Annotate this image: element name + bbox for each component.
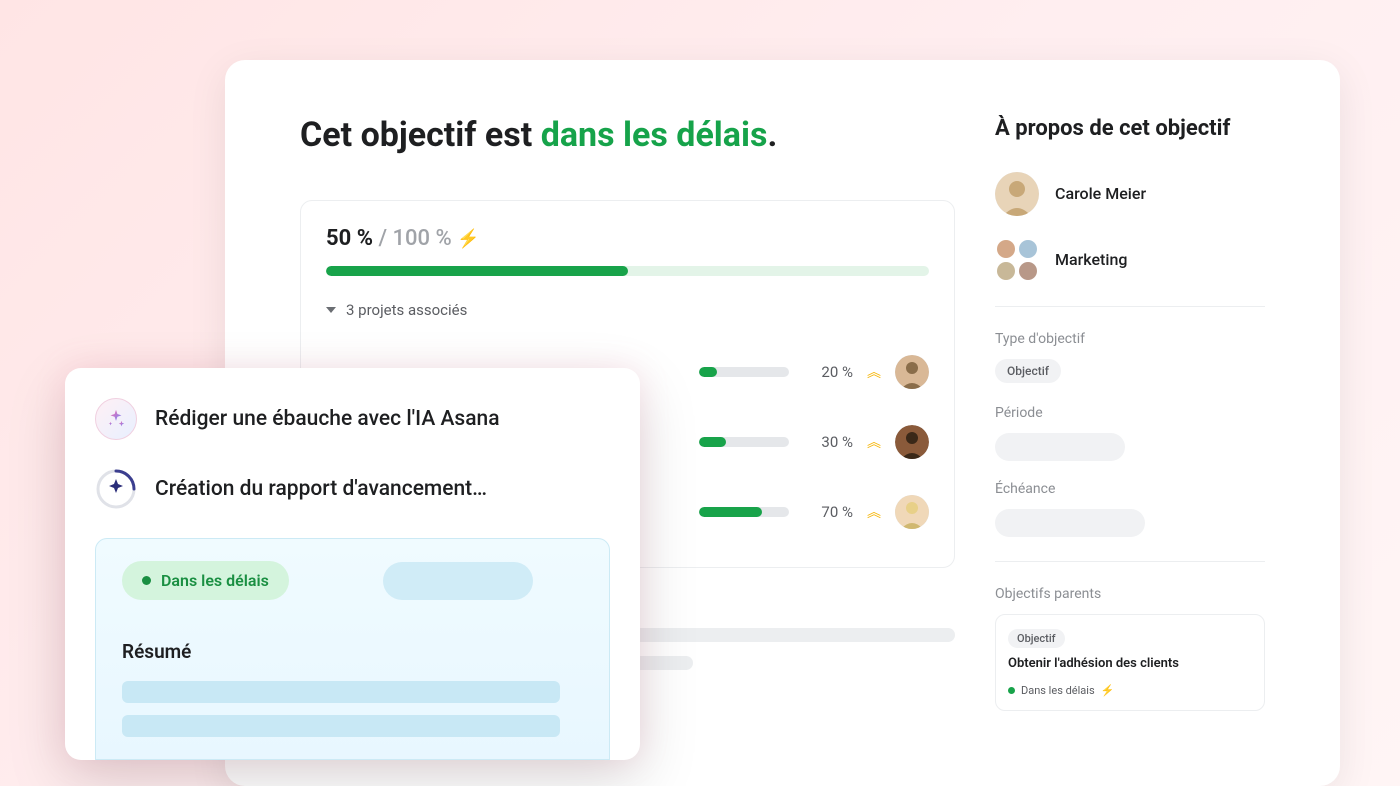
due-label: Échéance	[995, 481, 1265, 497]
projects-toggle[interactable]: 3 projets associés	[326, 301, 929, 319]
parents-label: Objectifs parents	[995, 586, 1265, 602]
owner-name: Carole Meier	[1055, 184, 1146, 203]
goal-sidebar: À propos de cet objectif Carole Meier Ma…	[995, 115, 1265, 731]
avatar	[895, 355, 929, 389]
resume-placeholder-line	[122, 715, 560, 737]
mini-progress-bar	[699, 507, 789, 517]
ai-creating-row: Création du rapport d'avancement…	[95, 468, 610, 510]
type-chip: Objectif	[995, 359, 1061, 383]
goal-title: Cet objectif est dans les délais.	[300, 115, 955, 155]
about-heading: À propos de cet objectif	[995, 115, 1265, 144]
placeholder-pill	[383, 562, 533, 600]
avatar	[895, 425, 929, 459]
status-dot-icon	[142, 576, 151, 585]
projects-header-label: 3 projets associés	[346, 301, 467, 319]
parent-goal-title: Obtenir l'adhésion des clients	[1008, 656, 1252, 671]
owner-row[interactable]: Carole Meier	[995, 172, 1265, 216]
goal-title-prefix: Cet objectif est	[300, 115, 541, 155]
spinner-sparkle-icon	[95, 468, 137, 510]
progress-text: 50 % / 100 % ⚡	[326, 226, 929, 251]
divider	[995, 561, 1265, 562]
progress-bar-fill	[326, 266, 628, 276]
chevrons-up-icon: ︽	[867, 502, 881, 522]
resume-heading: Résumé	[122, 640, 583, 663]
team-name: Marketing	[1055, 250, 1127, 269]
ai-draft-card: Rédiger une ébauche avec l'IA Asana Créa…	[65, 368, 640, 760]
divider	[995, 306, 1265, 307]
ai-creating-label: Création du rapport d'avancement…	[155, 477, 487, 501]
ai-draft-row[interactable]: Rédiger une ébauche avec l'IA Asana	[95, 398, 610, 440]
project-percent: 20 %	[803, 363, 853, 381]
status-pill[interactable]: Dans les délais	[122, 561, 289, 600]
period-placeholder[interactable]	[995, 433, 1125, 461]
status-dot-icon	[1008, 687, 1015, 694]
ai-draft-label: Rédiger une ébauche avec l'IA Asana	[155, 407, 500, 431]
progress-bar	[326, 266, 929, 276]
progress-current: 50 %	[326, 226, 373, 251]
ai-status-panel: Dans les délais Résumé	[95, 538, 610, 760]
parent-goal-card[interactable]: Objectif Obtenir l'adhésion des clients …	[995, 614, 1265, 711]
project-percent: 70 %	[803, 503, 853, 521]
period-label: Période	[995, 405, 1265, 421]
bolt-icon: ⚡	[1101, 684, 1115, 697]
bolt-icon: ⚡	[457, 229, 479, 250]
status-row: Dans les délais	[122, 561, 583, 600]
parent-status: Dans les délais ⚡	[1008, 684, 1114, 697]
progress-total: 100 %	[393, 226, 452, 251]
status-pill-label: Dans les délais	[161, 571, 269, 590]
goal-title-suffix: .	[767, 115, 777, 155]
progress-separator: /	[373, 226, 393, 251]
parent-status-label: Dans les délais	[1021, 684, 1095, 697]
owner-avatar	[995, 172, 1039, 216]
team-row[interactable]: Marketing	[995, 238, 1265, 282]
team-avatar-cluster	[995, 238, 1039, 282]
goal-status-highlight: dans les délais	[541, 115, 768, 155]
caret-down-icon	[326, 307, 336, 313]
avatar	[895, 495, 929, 529]
resume-placeholder-line	[122, 681, 560, 703]
parent-chip: Objectif	[1008, 629, 1065, 648]
mini-progress-bar	[699, 437, 789, 447]
mini-progress-bar	[699, 367, 789, 377]
due-placeholder[interactable]	[995, 509, 1145, 537]
sparkle-icon	[95, 398, 137, 440]
project-percent: 30 %	[803, 433, 853, 451]
chevrons-up-icon: ︽	[867, 432, 881, 452]
chevrons-up-icon: ︽	[867, 362, 881, 382]
type-label: Type d'objectif	[995, 331, 1265, 347]
